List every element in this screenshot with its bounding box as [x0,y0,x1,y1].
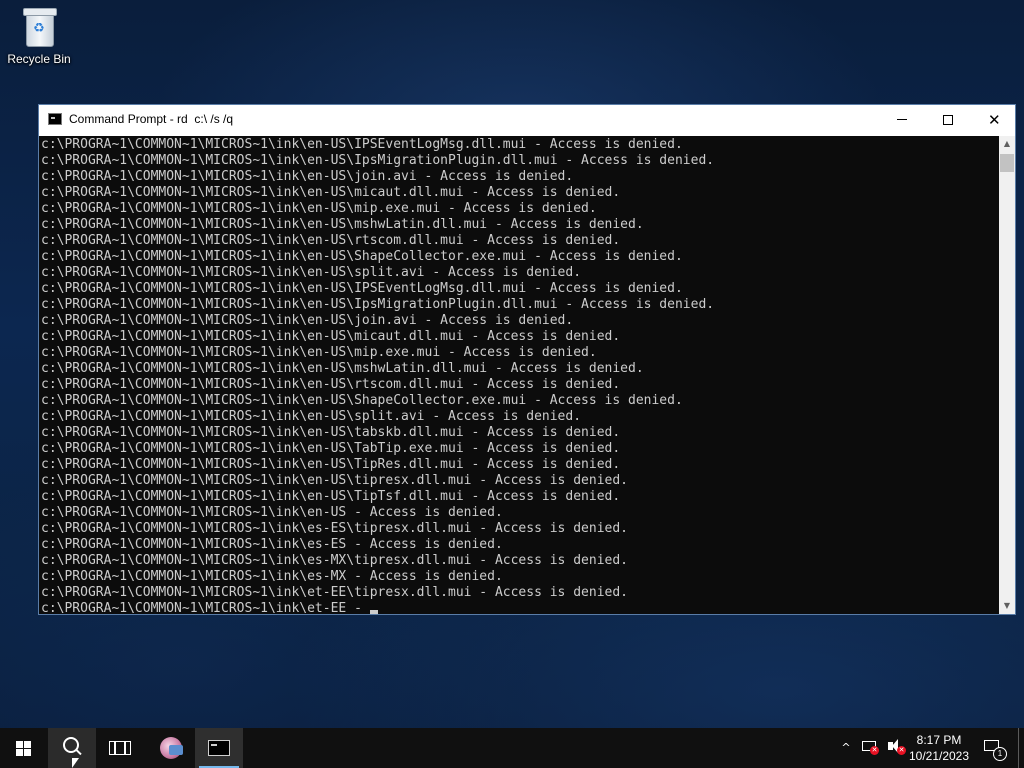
console-line: c:\PROGRA~1\COMMON~1\MICROS~1\ink\en-US\… [41,217,644,232]
text-cursor [369,610,378,614]
console-output[interactable]: c:\PROGRA~1\COMMON~1\MICROS~1\ink\en-US\… [39,136,999,614]
command-prompt-icon[interactable] [48,113,62,125]
console-line: c:\PROGRA~1\COMMON~1\MICROS~1\ink\en-US … [41,505,503,520]
vertical-scrollbar[interactable]: ▲ ▼ [999,136,1015,614]
taskbar: ^ ✕ ✕ 8:17 PM 10/21/2023 1 [0,728,1024,768]
console-line: c:\PROGRA~1\COMMON~1\MICROS~1\ink\en-US\… [41,281,683,296]
clock[interactable]: 8:17 PM 10/21/2023 [905,728,973,768]
clock-date: 10/21/2023 [908,749,970,763]
close-icon: ✕ [988,111,1001,129]
paint-app-icon [160,737,183,759]
scroll-up-arrow-icon[interactable]: ▲ [999,136,1015,152]
action-center-button[interactable]: 1 [981,728,1007,768]
show-desktop-button[interactable] [1018,728,1024,768]
console-line: c:\PROGRA~1\COMMON~1\MICROS~1\ink\en-US\… [41,233,621,248]
network-icon[interactable]: ✕ [860,728,882,768]
minimize-icon [897,119,907,120]
console-line: c:\PROGRA~1\COMMON~1\MICROS~1\ink\en-US\… [41,153,715,168]
console-line: c:\PROGRA~1\COMMON~1\MICROS~1\ink\es-ES … [41,537,503,552]
command-prompt-window: Command Prompt - rd c:\ /s /q ✕ c:\PROGR… [38,104,1016,615]
show-hidden-icons-button[interactable]: ^ [836,728,856,768]
command-prompt-icon [208,740,230,756]
console-line: c:\PROGRA~1\COMMON~1\MICROS~1\ink\en-US\… [41,377,621,392]
console-line: c:\PROGRA~1\COMMON~1\MICROS~1\ink\en-US\… [41,185,621,200]
task-view-icon [109,741,131,755]
minimize-button[interactable] [879,105,925,135]
console-line: c:\PROGRA~1\COMMON~1\MICROS~1\ink\en-US\… [41,457,621,472]
console-line: c:\PROGRA~1\COMMON~1\MICROS~1\ink\en-US\… [41,409,582,424]
taskbar-pinned-app[interactable] [147,728,195,768]
recycle-bin-shortcut[interactable]: ♻ Recycle Bin [4,6,74,76]
console-line: c:\PROGRA~1\COMMON~1\MICROS~1\ink\en-US\… [41,473,628,488]
console-current-line: c:\PROGRA~1\COMMON~1\MICROS~1\ink\et-EE … [41,601,714,614]
console-line: c:\PROGRA~1\COMMON~1\MICROS~1\ink\en-US\… [41,361,644,376]
console-line: c:\PROGRA~1\COMMON~1\MICROS~1\ink\en-US\… [41,489,621,504]
console-line: c:\PROGRA~1\COMMON~1\MICROS~1\ink\en-US\… [41,265,582,280]
console-line: c:\PROGRA~1\COMMON~1\MICROS~1\ink\en-US\… [41,169,574,184]
task-view-button[interactable] [96,728,144,768]
console-line: c:\PROGRA~1\COMMON~1\MICROS~1\ink\en-US\… [41,201,597,216]
console-line: c:\PROGRA~1\COMMON~1\MICROS~1\ink\es-MX … [41,569,503,584]
console-line: c:\PROGRA~1\COMMON~1\MICROS~1\ink\en-US\… [41,137,683,152]
console-line: c:\PROGRA~1\COMMON~1\MICROS~1\ink\en-US\… [41,441,621,456]
recycle-bin-icon: ♻ [22,6,57,47]
window-title: Command Prompt - rd c:\ /s /q [69,112,234,126]
console-line: c:\PROGRA~1\COMMON~1\MICROS~1\ink\et-EE\… [41,585,628,600]
maximize-icon [943,115,953,125]
close-button[interactable]: ✕ [971,105,1017,135]
console-line: c:\PROGRA~1\COMMON~1\MICROS~1\ink\en-US\… [41,345,597,360]
console-lines: c:\PROGRA~1\COMMON~1\MICROS~1\ink\en-US\… [41,137,714,614]
scroll-down-arrow-icon[interactable]: ▼ [999,598,1015,614]
console-line: c:\PROGRA~1\COMMON~1\MICROS~1\ink\es-MX\… [41,553,628,568]
maximize-button[interactable] [925,105,971,135]
console-line: c:\PROGRA~1\COMMON~1\MICROS~1\ink\en-US\… [41,425,621,440]
console-current-text: c:\PROGRA~1\COMMON~1\MICROS~1\ink\et-EE … [41,601,370,614]
notification-count: 1 [993,747,1007,761]
mouse-pointer-icon [72,758,79,768]
recycle-bin-label: Recycle Bin [7,52,71,66]
console-line: c:\PROGRA~1\COMMON~1\MICROS~1\ink\en-US\… [41,329,621,344]
console-line: c:\PROGRA~1\COMMON~1\MICROS~1\ink\en-US\… [41,249,683,264]
console-line: c:\PROGRA~1\COMMON~1\MICROS~1\ink\en-US\… [41,313,574,328]
start-button[interactable] [0,728,48,768]
windows-logo-icon [16,741,32,756]
title-bar[interactable]: Command Prompt - rd c:\ /s /q ✕ [39,105,1015,135]
search-icon [63,737,79,753]
console-line: c:\PROGRA~1\COMMON~1\MICROS~1\ink\en-US\… [41,393,683,408]
clock-time: 8:17 PM [916,733,962,747]
taskbar-command-prompt[interactable] [195,728,243,768]
volume-muted-icon[interactable]: ✕ [885,728,907,768]
console-line: c:\PROGRA~1\COMMON~1\MICROS~1\ink\en-US\… [41,297,715,312]
console-line: c:\PROGRA~1\COMMON~1\MICROS~1\ink\es-ES\… [41,521,628,536]
scrollbar-thumb[interactable] [1000,154,1014,172]
